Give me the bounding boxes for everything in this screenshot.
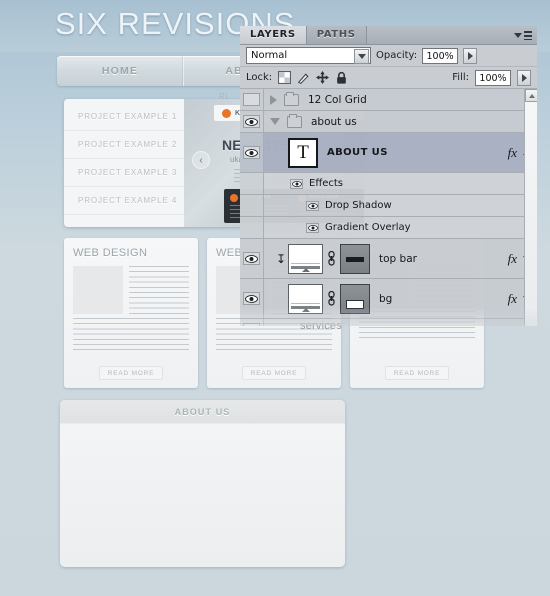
layer-name: 12 Col Grid [308, 93, 367, 106]
layer-row-effects[interactable]: Effects [240, 173, 537, 195]
visibility-toggle[interactable] [240, 133, 264, 172]
eye-icon-on [243, 252, 260, 265]
opacity-label: Opacity: [376, 50, 418, 61]
eye-icon-on [243, 323, 260, 326]
lock-all-icon[interactable] [335, 71, 348, 84]
effects-label: Effects [309, 178, 343, 189]
blend-mode-row: Normal Opacity: 100% [240, 45, 537, 67]
list-item[interactable]: PROJECT EXAMPLE 1 [64, 103, 184, 131]
blend-mode-select[interactable]: Normal [246, 47, 371, 64]
chevron-right-icon[interactable] [270, 94, 277, 105]
chevron-down-icon[interactable] [354, 49, 369, 64]
visibility-toggle[interactable] [240, 319, 264, 326]
layer-row-bg[interactable]: bg fx [240, 279, 537, 319]
list-item[interactable]: PROJECT EXAMPLE 2 [64, 131, 184, 159]
blend-mode-value: Normal [251, 50, 288, 61]
layer-row-12-col-grid[interactable]: 12 Col Grid [240, 89, 537, 111]
eye-icon-on[interactable] [306, 200, 319, 211]
hamburger-icon [524, 31, 532, 40]
spacer [240, 173, 264, 194]
fx-icon[interactable]: fx [508, 145, 517, 161]
eye-icon-on [243, 292, 260, 305]
card-title: WEB DESIGN [73, 247, 148, 259]
effect-name: Gradient Overlay [325, 222, 411, 233]
card-text-placeholder [129, 266, 189, 314]
photoshop-layers-panel: LAYERS PATHS Normal Opacity: 100% Lock: [240, 25, 537, 346]
tab-paths[interactable]: PATHS [306, 25, 367, 44]
layers-scrollbar[interactable] [524, 89, 537, 326]
about-us-title: ABOUT US [60, 400, 345, 424]
layer-thumbnail[interactable] [288, 243, 323, 274]
layer-thumbnail[interactable] [288, 283, 323, 314]
layer-row-gradient-overlay[interactable]: Gradient Overlay [240, 217, 537, 239]
layer-name: about us [311, 115, 357, 128]
layer-row-partial[interactable] [240, 319, 537, 326]
opacity-input[interactable]: 100% [422, 47, 459, 64]
effect-name: Drop Shadow [325, 200, 392, 211]
layer-name: top bar [379, 252, 417, 265]
layer-name: bg [379, 292, 393, 305]
card-thumbnail [73, 266, 123, 314]
list-item[interactable]: PROJECT EXAMPLE 4 [64, 187, 184, 215]
visibility-toggle[interactable] [240, 279, 264, 318]
ad-logo-icon [230, 194, 238, 202]
chevron-down-icon [514, 33, 522, 38]
project-list[interactable]: PROJECT EXAMPLE 1 PROJECT EXAMPLE 2 PROJ… [64, 99, 184, 227]
clipping-mask-icon: ↧ [276, 251, 287, 266]
fx-icon[interactable]: fx [508, 291, 517, 307]
spacer [240, 217, 264, 238]
panel-tab-bar: LAYERS PATHS [240, 25, 537, 45]
kompakt-logo-icon [222, 108, 231, 118]
scroll-up-button[interactable] [525, 89, 537, 102]
lock-row: Lock: Fill: 100% [240, 67, 537, 89]
link-icon[interactable] [327, 291, 336, 307]
feature-card: WEB DESIGN READ MORE [64, 238, 198, 388]
fill-label: Fill: [452, 72, 469, 83]
read-more-button[interactable]: READ MORE [385, 366, 449, 380]
tab-layers[interactable]: LAYERS [240, 25, 307, 44]
fill-input[interactable]: 100% [475, 69, 511, 86]
visibility-toggle[interactable] [240, 239, 264, 278]
panel-menu-icon[interactable] [514, 29, 532, 42]
opacity-slider-button[interactable] [463, 47, 478, 64]
text-layer-thumbnail[interactable]: T [288, 137, 318, 168]
list-item[interactable]: PROJECT EXAMPLE 3 [64, 159, 184, 187]
layer-name: ABOUT US [327, 147, 388, 158]
read-more-button[interactable]: READ MORE [99, 366, 163, 380]
visibility-toggle[interactable] [240, 89, 264, 110]
layers-list[interactable]: 12 Col Grid about us T ABOUT US fx Effec… [240, 89, 537, 326]
fill-slider-button[interactable] [517, 69, 531, 86]
layer-row-drop-shadow[interactable]: Drop Shadow [240, 195, 537, 217]
eye-icon-on [243, 146, 260, 159]
card-body [73, 266, 189, 314]
folder-icon [287, 113, 302, 128]
lock-pixels-icon[interactable] [297, 71, 310, 84]
fx-icon[interactable]: fx [508, 251, 517, 267]
eye-icon-on [243, 115, 260, 128]
lock-label: Lock: [246, 72, 273, 83]
slider-prev-button[interactable]: ‹ [192, 151, 210, 169]
layer-row-top-bar[interactable]: ↧ top bar fx [240, 239, 537, 279]
chevron-down-icon[interactable] [270, 118, 280, 125]
lock-position-icon[interactable] [316, 71, 330, 84]
layer-mask-thumbnail[interactable] [340, 243, 370, 274]
eye-icon-off [243, 93, 260, 106]
spacer [240, 195, 264, 216]
eye-icon-on[interactable] [306, 222, 319, 233]
read-more-button[interactable]: READ MORE [242, 366, 306, 380]
layer-mask-thumbnail[interactable] [340, 283, 370, 314]
layer-row-about-us-group[interactable]: about us [240, 111, 537, 133]
layer-row-about-us-text[interactable]: T ABOUT US fx [240, 133, 537, 173]
about-us-section: ABOUT US [60, 400, 345, 567]
link-icon[interactable] [327, 251, 336, 267]
eye-icon-on[interactable] [290, 178, 303, 189]
card-text-placeholder [73, 318, 189, 352]
nav-item-home[interactable]: HOME [57, 56, 184, 86]
folder-icon [284, 91, 299, 106]
lock-transparency-icon[interactable] [278, 71, 292, 84]
visibility-toggle[interactable] [240, 111, 264, 132]
